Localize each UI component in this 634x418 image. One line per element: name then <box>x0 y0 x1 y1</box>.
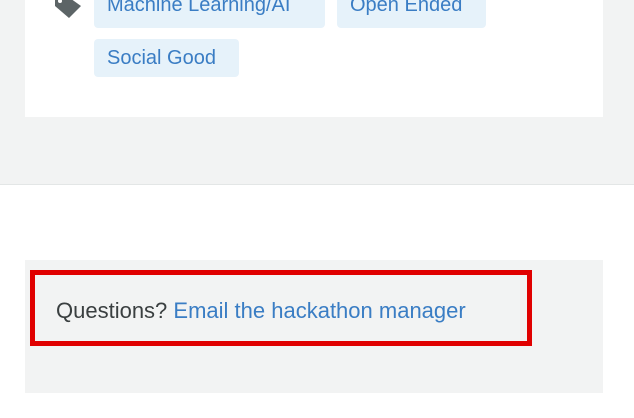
questions-line: Questions? Email the hackathon manager <box>56 296 466 326</box>
email-hackathon-manager-link[interactable]: Email the hackathon manager <box>173 298 465 323</box>
tag-icon <box>55 0 85 18</box>
page: Machine Learning/AI Open Ended Social Go… <box>0 0 634 418</box>
tag-social-good[interactable]: Social Good <box>94 39 239 77</box>
tag-open-ended[interactable]: Open Ended <box>337 0 486 28</box>
tag-machine-learning-ai[interactable]: Machine Learning/AI <box>94 0 325 28</box>
tags-section: Machine Learning/AI Open Ended Social Go… <box>0 0 634 185</box>
tags-card: Machine Learning/AI Open Ended Social Go… <box>25 0 603 117</box>
questions-label: Questions? <box>56 298 168 323</box>
